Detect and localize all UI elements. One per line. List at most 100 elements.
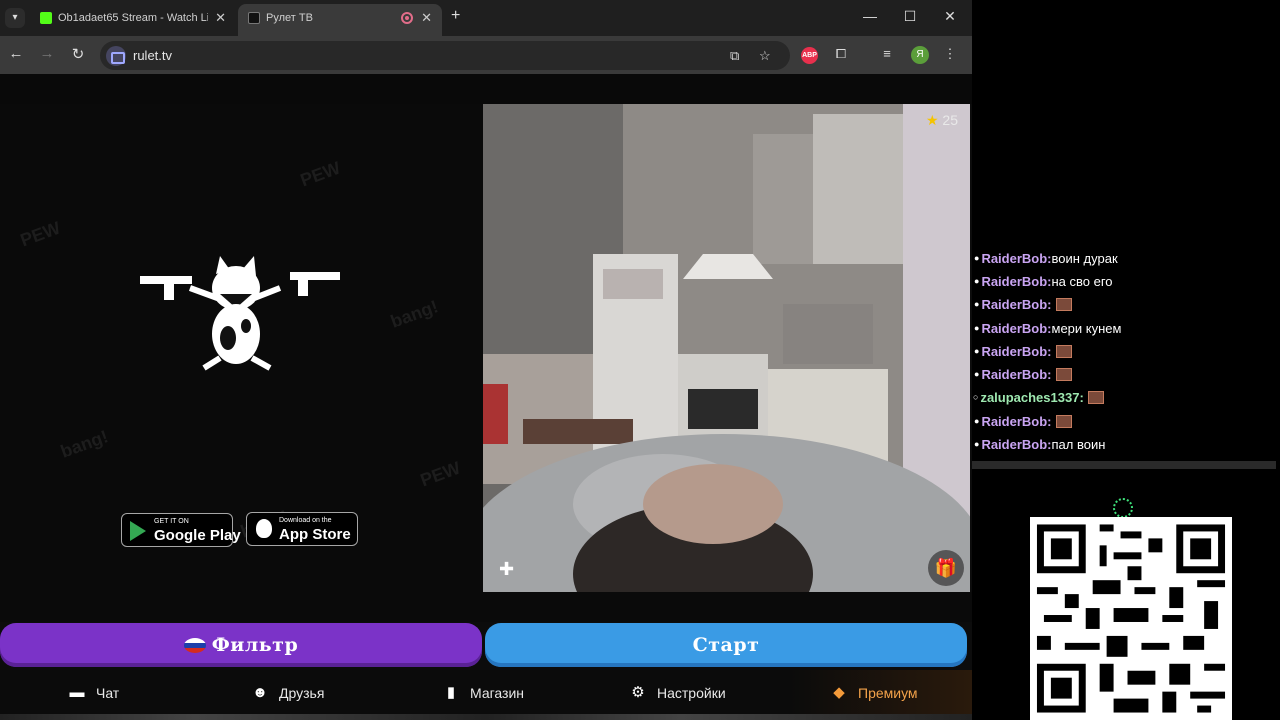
filter-label: Фильтр xyxy=(211,634,299,656)
nav-shop[interactable]: ▮ Магазин xyxy=(442,684,524,702)
nav-chat[interactable]: ▬ Чат xyxy=(68,684,120,702)
nav-label: Настройки xyxy=(657,685,726,701)
chat-message: ● RaiderBob: пал воин xyxy=(974,434,1105,454)
tab-title: Ob1adaet65 Stream - Watch Li xyxy=(58,12,208,24)
media-controls-icon[interactable]: ≡ xyxy=(878,46,896,61)
stars-counter: ★ 25 xyxy=(926,112,958,129)
nav-premium[interactable]: ◆ Премиум xyxy=(830,684,918,702)
bookmark-star-icon[interactable]: ☆ xyxy=(759,48,771,64)
menu-icon[interactable]: ⋮ xyxy=(941,46,959,62)
gear-icon: ⚙ xyxy=(631,684,645,701)
doodle-text: PEW xyxy=(417,457,464,491)
camera-image xyxy=(483,104,970,592)
chat-message: ● RaiderBob: воин дурак xyxy=(974,248,1118,268)
chat-username: RaiderBob: xyxy=(981,436,1052,452)
loading-spinner-icon xyxy=(1113,498,1133,518)
browser-toolbar: ← → ↻ rulet.tv ⧉ ☆ ⧠ ≡ ⋮ xyxy=(0,36,972,74)
minimize-button[interactable]: — xyxy=(860,8,880,24)
doodle-text: bang! xyxy=(387,296,441,332)
doodle-text: PEW xyxy=(17,217,64,251)
google-play-button[interactable]: GET IT ON Google Play xyxy=(121,513,241,547)
bullet: ● xyxy=(974,276,980,286)
chat-text: на сво его xyxy=(1051,273,1113,289)
forward-button[interactable]: → xyxy=(37,45,57,62)
star-icon: ★ xyxy=(925,112,939,128)
bottom-nav: ▬ Чат ☻ Друзья ▮ Магазин ⚙ Настройки ◆ П… xyxy=(0,670,972,720)
browser-window: ▾ Ob1adaet65 Stream - Watch Li ✕ Рулет Т… xyxy=(0,0,972,720)
emote-icon xyxy=(1087,390,1104,404)
chat-username: RaiderBob: xyxy=(981,250,1052,266)
partner-video-feed[interactable]: ★ 25 ✚ 🎁 xyxy=(483,104,970,592)
google-play-icon xyxy=(130,521,146,541)
spacer xyxy=(0,592,972,622)
store-small-text: GET IT ON xyxy=(154,518,189,525)
apple-icon xyxy=(256,519,272,538)
chat-icon: ▬ xyxy=(69,684,85,701)
russia-flag-icon xyxy=(183,637,206,653)
new-tab-button[interactable]: + xyxy=(451,7,460,25)
chat-username: RaiderBob: xyxy=(981,366,1052,382)
bullet: ● xyxy=(974,253,980,263)
chat-username: RaiderBob: xyxy=(981,413,1052,429)
filter-button[interactable]: Фильтр xyxy=(0,623,482,667)
rulet-icon xyxy=(248,12,260,24)
tab-search-button[interactable]: ▾ xyxy=(5,8,25,28)
chat-message: ● RaiderBob: xyxy=(974,411,1072,431)
gamepad-icon[interactable]: ✚ xyxy=(499,559,514,580)
doodle-text: PEW xyxy=(297,157,344,191)
nav-friends[interactable]: ☻ Друзья xyxy=(251,684,324,702)
close-window-button[interactable]: ✕ xyxy=(940,8,960,25)
emote-icon xyxy=(1055,414,1072,428)
chat-message: ● RaiderBob: xyxy=(974,364,1072,384)
bullet: ● xyxy=(974,416,980,426)
nav-label: Магазин xyxy=(470,685,525,701)
address-bar[interactable]: rulet.tv ⧉ ☆ xyxy=(100,41,790,70)
shop-icon: ▮ xyxy=(446,684,456,701)
chat-text: мери кунем xyxy=(1051,320,1122,336)
doodle-text: bang! xyxy=(57,426,111,462)
extensions-icon[interactable]: ⧠ xyxy=(832,46,850,62)
tab-strip: ▾ Ob1adaet65 Stream - Watch Li ✕ Рулет Т… xyxy=(0,0,972,36)
stars-count: 25 xyxy=(942,112,958,128)
qr-code xyxy=(1030,517,1232,720)
nav-label: Друзья xyxy=(279,685,325,701)
chat-username: RaiderBob: xyxy=(981,296,1052,312)
close-tab-icon[interactable]: ✕ xyxy=(421,10,432,26)
friends-icon: ☻ xyxy=(252,684,268,701)
chat-message: ● RaiderBob: мери кунем xyxy=(974,318,1121,338)
site-info-icon[interactable] xyxy=(106,46,126,66)
nav-label: Премиум xyxy=(858,685,918,701)
chat-text: пал воин xyxy=(1051,436,1106,452)
start-button[interactable]: Старт xyxy=(485,623,967,667)
install-app-icon[interactable]: ⧉ xyxy=(730,48,739,64)
chat-input-bar xyxy=(972,461,1276,469)
tab-rulet-tv[interactable]: Рулет ТВ ✕ xyxy=(238,4,442,36)
premium-tag-icon: ◆ xyxy=(833,684,845,701)
bullet: ● xyxy=(974,439,980,449)
profile-avatar[interactable]: Я xyxy=(911,46,929,64)
close-tab-icon[interactable]: ✕ xyxy=(215,10,226,26)
chat-message: ● RaiderBob: на сво его xyxy=(974,271,1113,291)
kick-icon xyxy=(40,12,52,24)
taskbar-strip xyxy=(0,714,972,720)
chat-text: воин дурак xyxy=(1051,250,1118,266)
app-store-button[interactable]: Download on the App Store xyxy=(246,512,358,546)
gift-button[interactable]: 🎁 xyxy=(928,550,964,586)
maximize-button[interactable]: ☐ xyxy=(900,8,920,25)
store-big-text: App Store xyxy=(279,526,351,543)
chat-messages: ● RaiderBob: воин дурак ● RaiderBob: на сво … xyxy=(973,230,1274,470)
chat-message: ● RaiderBob: xyxy=(974,294,1072,314)
tab-title: Рулет ТВ xyxy=(266,12,313,24)
store-small-text: Download on the xyxy=(279,517,332,524)
reload-button[interactable]: ↻ xyxy=(68,45,88,63)
bullet: ● xyxy=(974,346,980,356)
bullet: ● xyxy=(974,369,980,379)
emote-icon xyxy=(1055,367,1072,381)
url-text: rulet.tv xyxy=(133,48,173,63)
back-button[interactable]: ← xyxy=(6,45,26,62)
tab-kick-stream[interactable]: Ob1adaet65 Stream - Watch Li ✕ xyxy=(30,4,236,36)
bullet: ○ xyxy=(973,392,979,402)
adblock-icon[interactable]: ABP xyxy=(801,47,818,64)
nav-settings[interactable]: ⚙ Настройки xyxy=(629,684,726,702)
chat-username: RaiderBob: xyxy=(981,273,1052,289)
